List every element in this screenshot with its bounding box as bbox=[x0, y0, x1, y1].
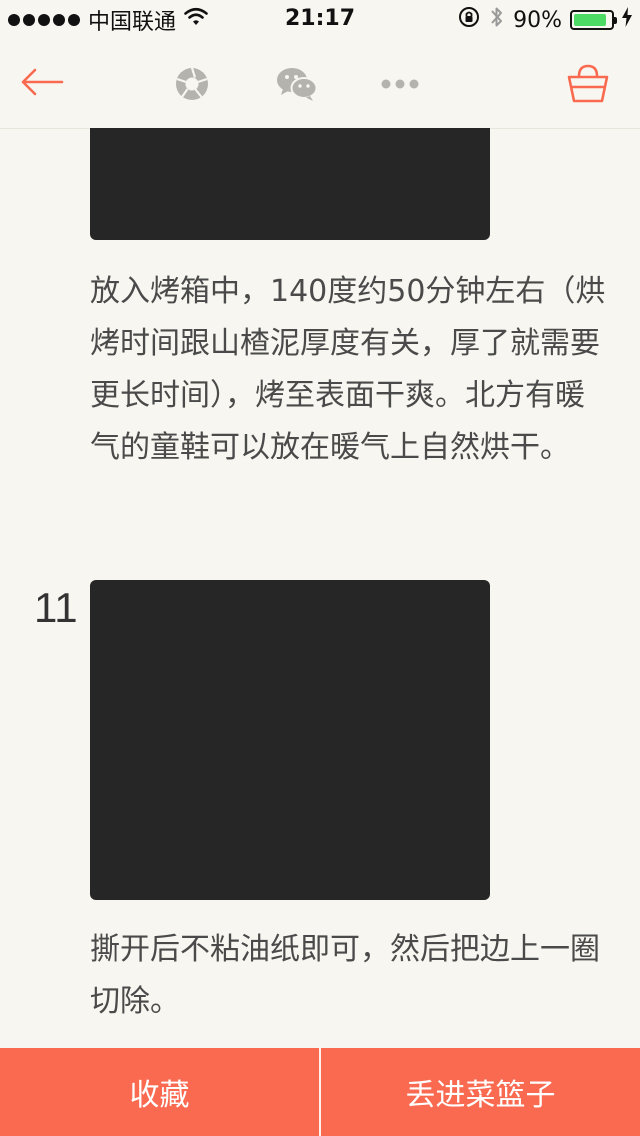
step-description: 放入烤箱中，140度约50分钟左右（烘烤时间跟山楂泥厚度有关，厚了就需要更长时间… bbox=[90, 274, 606, 465]
divider bbox=[319, 1048, 321, 1136]
status-bar: 中国联通 21:17 90% bbox=[0, 0, 640, 40]
basket-icon[interactable] bbox=[564, 62, 612, 106]
more-icon[interactable] bbox=[378, 72, 422, 96]
recipe-steps: 放入烤箱中，140度约50分钟左右（烘烤时间跟山楂泥厚度有关，厚了就需要更长时间… bbox=[0, 128, 640, 1048]
battery-fill bbox=[574, 14, 607, 26]
step-number: 11 bbox=[34, 584, 78, 631]
wechat-icon[interactable] bbox=[274, 64, 320, 104]
nav-bar bbox=[0, 40, 640, 129]
bottom-action-bar: 收藏 丢进菜篮子 bbox=[0, 1048, 640, 1136]
step-description: 撕开后不粘油纸即可，然后把边上一圈切除。 bbox=[90, 932, 600, 1019]
bluetooth-icon bbox=[489, 4, 505, 36]
orientation-lock-icon bbox=[457, 5, 481, 35]
step-image[interactable] bbox=[90, 580, 490, 900]
status-right: 90% bbox=[457, 6, 632, 34]
battery-percent: 90% bbox=[513, 7, 562, 33]
back-arrow-icon[interactable] bbox=[18, 60, 66, 104]
step-image[interactable] bbox=[90, 128, 490, 240]
add-to-basket-button[interactable]: 丢进菜篮子 bbox=[321, 1048, 640, 1136]
charging-icon bbox=[622, 7, 632, 33]
camera-aperture-icon[interactable] bbox=[172, 64, 212, 104]
favorite-button[interactable]: 收藏 bbox=[0, 1048, 319, 1136]
battery-icon bbox=[570, 10, 617, 30]
